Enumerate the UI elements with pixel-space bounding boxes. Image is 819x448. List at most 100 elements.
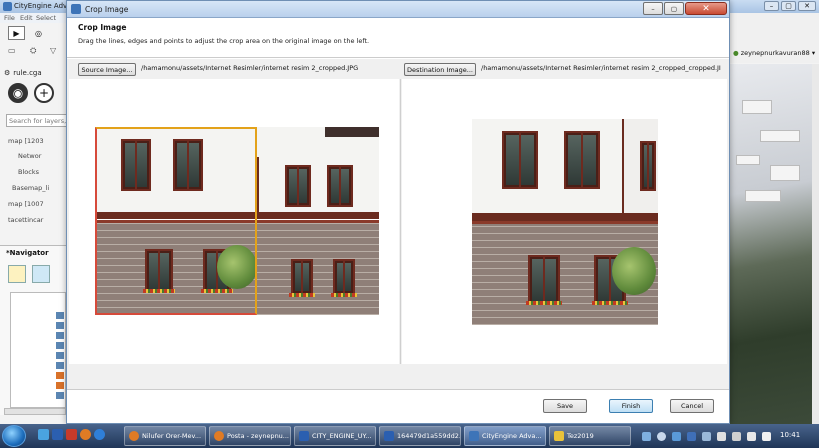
vertical-scrollbar[interactable] [812,64,819,424]
dialog-minimize-button[interactable]: – [643,2,663,15]
tray-icon[interactable] [642,431,651,441]
browser-icon [129,431,139,441]
menu-select[interactable]: Select [36,14,56,22]
select-tool-button[interactable]: ▶ [8,26,25,40]
user-account[interactable]: ● zeynepnurkavuran88 ▾ [733,49,815,57]
tab-label: rule.cga [13,69,42,77]
signal-icon[interactable] [747,431,756,441]
taskbar-item-label: 164479d1a559dd2... [397,432,461,440]
taskbar-item-label: CITY_ENGINE_UY... [312,432,372,440]
file-icon [56,362,64,369]
file-icon [56,372,64,379]
taskbar-item[interactable]: Posta - zeynepnu... [209,426,291,446]
building-model [760,130,800,142]
system-tray [642,427,771,445]
taskbar-item-label: Posta - zeynepnu... [227,432,290,440]
cityengine-app-icon [71,4,81,14]
tree-item[interactable]: Basemap_li [12,184,72,192]
browser-icon[interactable] [94,429,105,440]
menu-edit[interactable]: Edit [20,14,33,22]
file-icon [56,312,64,319]
browser-icon[interactable] [80,429,91,440]
source-image [95,127,379,315]
save-button[interactable]: Save [543,399,587,413]
source-image-button[interactable]: Source Image... [78,63,136,76]
chevron-down-icon[interactable]: ▽ [50,46,56,55]
tree-item[interactable]: tacettincar [8,216,68,224]
source-image-path: /hamamonu/assets/Internet Resimler/inter… [141,64,359,72]
taskbar-item[interactable]: Tez2019 [549,426,631,446]
dialog-description: Drag the lines, edges and points to adju… [78,37,370,45]
layers-icon[interactable]: ◉ [8,83,28,103]
3d-viewport[interactable] [730,64,812,424]
cityengine-app-icon [3,2,12,11]
finish-button[interactable]: Finish [609,399,653,413]
file-icon [56,322,64,329]
destination-image [472,119,658,325]
taskbar-item-label: Tez2019 [567,432,594,440]
tray-icon[interactable] [687,431,696,441]
file-icon [56,342,64,349]
destination-image-button[interactable]: Destination Image... [404,63,476,76]
cancel-button[interactable]: Cancel [670,399,714,413]
close-button[interactable]: ✕ [798,1,816,11]
taskbar-item[interactable]: 164479d1a559dd2... [379,426,461,446]
browser-icon [214,431,224,441]
tree-item[interactable]: map [1007 [8,200,68,208]
clock[interactable]: 10:41 [780,431,800,439]
building-model [736,155,760,165]
layer-toolbar: ◉ + [8,83,68,105]
taskbar-item[interactable]: CITY_ENGINE_UY... [294,426,376,446]
word-icon [299,431,309,441]
quicklaunch-icon[interactable] [52,429,63,440]
folder-icon [554,431,564,441]
taskbar-item[interactable]: CityEngine Adva... [464,426,546,446]
taskbar-item-label: Nilufer Orer-Mev... [142,432,202,440]
file-icon [56,392,64,399]
dialog-close-button[interactable]: ✕ [685,2,727,15]
globe-icon[interactable] [32,265,50,283]
navigator-title: *Navigator [6,249,49,257]
dialog-titlebar [67,1,729,18]
minimize-button[interactable]: – [764,1,779,11]
file-icon [56,332,64,339]
navigator-toolbar [8,265,50,283]
navigate-tool-button[interactable]: ◎ [30,26,47,40]
start-button[interactable] [2,425,26,447]
layer-search-input[interactable]: Search for layers, [6,114,68,127]
user-name: zeynepnurkavuran88 [740,49,810,57]
tray-icon[interactable] [672,431,681,441]
network-icon[interactable] [732,431,741,441]
quicklaunch-icon[interactable] [66,429,77,440]
user-icon: ● [733,49,739,57]
search-icon[interactable] [657,431,666,441]
flag-icon[interactable] [717,431,726,441]
crop-frame[interactable] [95,127,257,315]
dialog-title: Crop Image [85,5,129,14]
taskbar-item[interactable]: Nilufer Orer-Mev... [124,426,206,446]
menu-file[interactable]: File [4,14,15,22]
footer-separator [67,389,729,390]
file-icon [56,382,64,389]
add-layer-icon[interactable]: + [34,83,54,103]
building-model [742,100,772,114]
quicklaunch-icon[interactable] [38,429,49,440]
panel-divider [400,79,401,364]
dialog-maximize-button[interactable]: ▢ [664,2,684,15]
shape-tool-icon[interactable]: ⛭ [30,46,36,56]
source-image-panel[interactable] [69,79,399,364]
tab-rule-cga[interactable]: ⚙ rule.cga [4,66,68,80]
tree-item[interactable]: map [1203 [8,137,68,145]
volume-icon[interactable] [762,431,771,441]
cityengine-app-icon [469,431,479,441]
horizontal-scrollbar[interactable] [4,408,66,415]
chevron-down-icon: ▾ [811,49,816,57]
ruler-icon[interactable]: ▭ [8,46,16,55]
bluetooth-icon[interactable] [702,431,711,441]
gear-icon: ⚙ [4,69,11,77]
maximize-button[interactable]: ▢ [781,1,796,11]
building-model [770,165,800,181]
building-model [745,190,781,202]
folder-icon[interactable] [8,265,26,283]
navigator-file-list[interactable] [10,292,66,408]
